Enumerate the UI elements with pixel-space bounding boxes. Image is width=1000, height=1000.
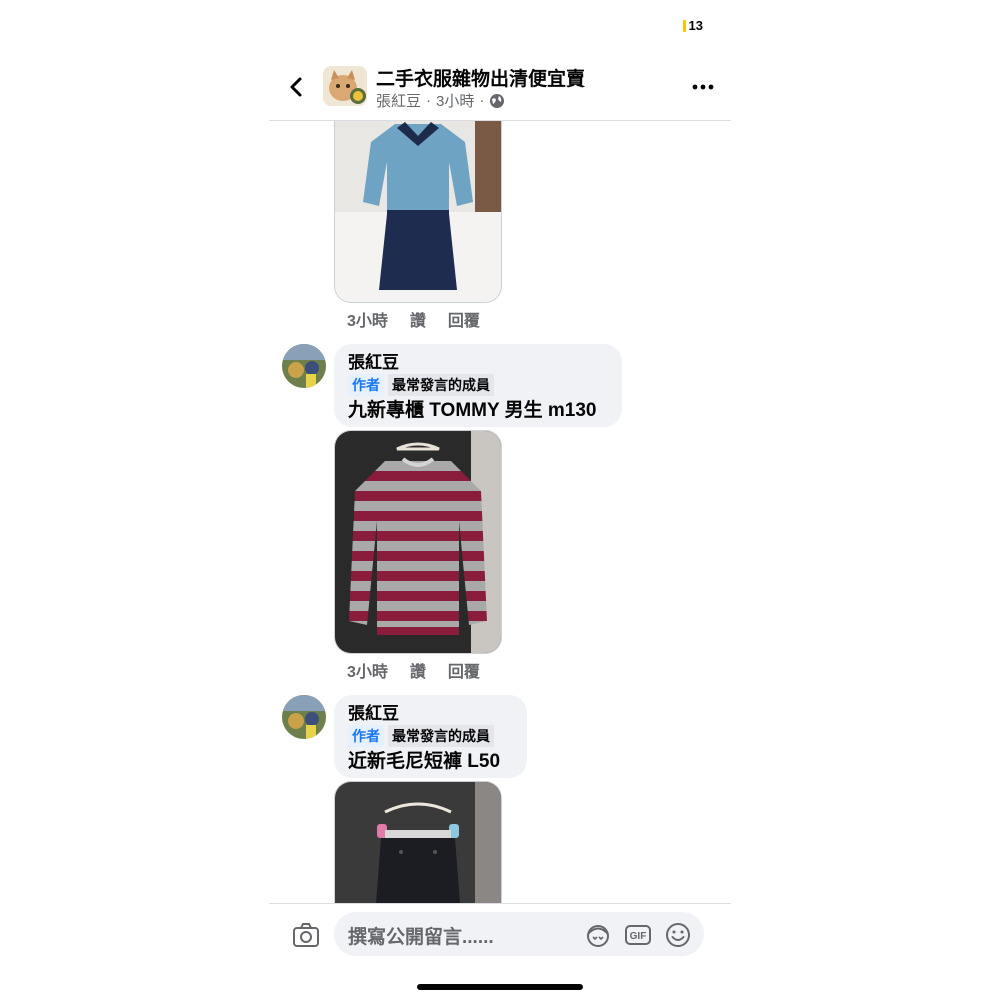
comment-actions: 3小時 讚 回覆 [347,658,480,682]
avatar-sticker-icon [587,925,609,947]
emoji-icon [666,923,690,947]
comment-text: 九新專櫃 TOMMY 男生 m130 [348,400,597,421]
comment-photo-shorts[interactable] [334,781,502,903]
dress-image [335,121,501,302]
sweater-image [335,431,501,653]
separator-dot: · [426,92,432,109]
group-avatar[interactable] [323,66,367,106]
status-bar: 13 [682,18,703,33]
comment-time[interactable]: 3小時 [347,658,388,682]
gif-icon: GIF [625,925,651,945]
camera-button[interactable] [291,920,321,950]
post-header: 二手衣服雜物出清便宜賣 張紅豆 · 3小時 · [269,58,731,121]
post-time[interactable]: 3小時 [436,90,474,111]
phone-screen: 13 二手衣服雜物出清便宜賣 張紅豆 · 3小時 · 3小時 讚 回覆 張紅豆 … [269,0,731,1000]
home-indicator[interactable] [417,984,583,990]
like-button[interactable]: 讚 [410,658,426,682]
post-subtitle: 張紅豆 · 3小時 · [376,90,505,111]
shorts-image [335,782,501,903]
chevron-left-icon [290,77,302,97]
reply-button[interactable]: 回覆 [448,658,480,682]
comment-photo-sweater[interactable] [334,430,502,654]
comment-feed[interactable]: 3小時 讚 回覆 張紅豆 作者 最常發言的成員 九新專櫃 TOMMY 男生 m1… [269,121,731,903]
more-icon [692,84,714,90]
separator-dot: · [479,92,485,109]
member-badges: 作者 最常發言的成員 [348,725,513,747]
author-badge: 作者 [348,374,384,396]
comment-photo-dress[interactable] [334,121,502,303]
avatar[interactable] [282,344,326,388]
comment-actions: 3小時 讚 回覆 [347,307,480,331]
top-contributor-badge: 最常發言的成員 [388,374,494,396]
author-badge: 作者 [348,725,384,747]
comment-input[interactable]: 撰寫公開留言...... GIF [334,912,704,956]
post-author[interactable]: 張紅豆 [376,90,421,111]
comment-text: 近新毛尼短褲 L50 [348,751,501,772]
group-title[interactable]: 二手衣服雜物出清便宜賣 [376,64,585,91]
svg-text:GIF: GIF [630,931,647,942]
like-button[interactable]: 讚 [410,307,426,331]
back-button[interactable] [283,74,309,100]
comment-composer: 撰寫公開留言...... GIF [269,903,731,968]
avatar-sticker-button[interactable] [584,921,612,949]
gif-button[interactable]: GIF [624,921,652,949]
commenter-name[interactable]: 張紅豆 [348,703,513,724]
commenter-name[interactable]: 張紅豆 [348,352,608,373]
battery-level: 13 [688,18,703,33]
camera-icon [293,923,319,947]
avatar-image [282,695,326,739]
cat-image [323,66,367,106]
battery-icon [682,19,686,32]
top-contributor-badge: 最常發言的成員 [388,725,494,747]
avatar[interactable] [282,695,326,739]
emoji-button[interactable] [664,921,692,949]
avatar-image [282,344,326,388]
comment-bubble[interactable]: 張紅豆 作者 最常發言的成員 近新毛尼短褲 L50 [334,695,527,778]
globe-icon [490,93,505,108]
reply-button[interactable]: 回覆 [448,307,480,331]
more-options-button[interactable] [691,78,715,96]
comment-bubble[interactable]: 張紅豆 作者 最常發言的成員 九新專櫃 TOMMY 男生 m130 [334,344,622,427]
member-badges: 作者 最常發言的成員 [348,374,608,396]
comment-time[interactable]: 3小時 [347,307,388,331]
comment-input-placeholder: 撰寫公開留言...... [348,927,494,948]
